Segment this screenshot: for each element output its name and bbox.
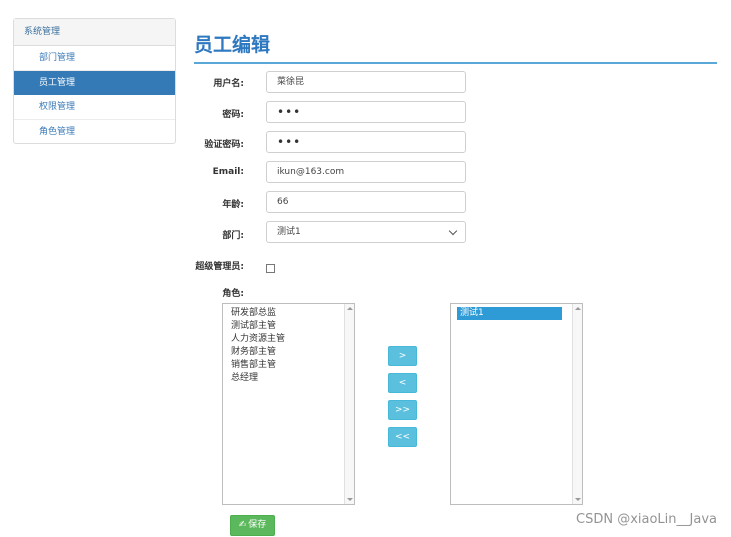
sidebar-menu: 系统管理 部门管理 员工管理 权限管理 角色管理: [13, 18, 176, 144]
password-value: •••: [277, 105, 302, 119]
available-roles-list[interactable]: 研发部总监 测试部主管 人力资源主管 财务部主管 销售部主管 总经理: [222, 303, 355, 505]
department-value: 测试1: [277, 227, 301, 237]
email-field[interactable]: ikun@163.com: [266, 161, 466, 183]
sidebar-item-employee[interactable]: 员工管理: [14, 70, 175, 95]
email-value: ikun@163.com: [277, 167, 345, 177]
scrollbar[interactable]: [572, 304, 582, 504]
sidebar-header: 系统管理: [14, 19, 175, 46]
save-button-label: 保存: [248, 520, 267, 530]
username-label: 用户名:: [213, 79, 244, 89]
move-left-button[interactable]: <: [388, 373, 417, 393]
save-button[interactable]: ✍ 保存: [230, 515, 275, 536]
role-label: 角色:: [222, 289, 244, 299]
password-label: 密码:: [222, 110, 244, 120]
age-label: 年龄:: [222, 200, 244, 210]
scrollbar[interactable]: [344, 304, 354, 504]
confirm-password-label: 验证密码:: [204, 140, 244, 150]
sidebar-item-department[interactable]: 部门管理: [14, 46, 175, 71]
list-item[interactable]: 总经理: [223, 372, 354, 385]
move-right-button[interactable]: >: [388, 346, 417, 366]
watermark: CSDN @xiaoLin__Java: [576, 512, 717, 527]
confirm-password-field[interactable]: •••: [266, 131, 466, 153]
scroll-down-icon[interactable]: [347, 498, 353, 501]
sidebar-item-role[interactable]: 角色管理: [14, 120, 175, 145]
email-label: Email:: [212, 167, 244, 177]
sidebar-item-permission[interactable]: 权限管理: [14, 95, 175, 120]
move-all-right-button[interactable]: >>: [388, 400, 417, 420]
age-value: 66: [277, 197, 289, 207]
username-field[interactable]: 菜徐昆: [266, 71, 466, 93]
super-admin-checkbox[interactable]: [266, 264, 275, 273]
scroll-up-icon[interactable]: [575, 307, 581, 310]
list-item[interactable]: 人力资源主管: [223, 333, 354, 346]
confirm-password-value: •••: [277, 135, 302, 149]
edit-icon: ✍: [238, 520, 247, 530]
title-divider: [194, 62, 717, 64]
move-all-left-button[interactable]: <<: [388, 427, 417, 447]
password-field[interactable]: •••: [266, 101, 466, 123]
scroll-down-icon[interactable]: [575, 498, 581, 501]
age-field[interactable]: 66: [266, 191, 466, 213]
super-admin-label: 超级管理员:: [195, 262, 244, 272]
selected-roles-list[interactable]: 测试1: [450, 303, 583, 505]
list-item[interactable]: 测试1: [457, 307, 562, 320]
list-item[interactable]: 研发部总监: [223, 307, 354, 320]
list-item[interactable]: 销售部主管: [223, 359, 354, 372]
chevron-down-icon: [448, 226, 458, 236]
page-title: 员工编辑: [194, 34, 271, 56]
list-item[interactable]: 财务部主管: [223, 346, 354, 359]
list-item[interactable]: 测试部主管: [223, 320, 354, 333]
department-label: 部门:: [222, 231, 244, 241]
department-select[interactable]: 测试1: [266, 221, 466, 243]
username-value: 菜徐昆: [277, 77, 305, 87]
scroll-up-icon[interactable]: [347, 307, 353, 310]
